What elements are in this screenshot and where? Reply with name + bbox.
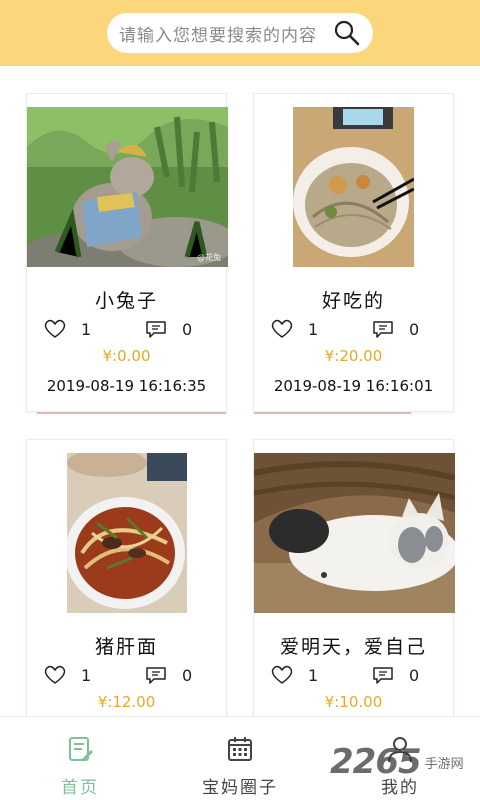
- comment-icon[interactable]: [371, 665, 395, 685]
- comment-count: 0: [182, 319, 193, 339]
- comment-count: 0: [409, 665, 420, 685]
- comment-icon[interactable]: [144, 665, 168, 685]
- tab-home-label: 首页: [61, 778, 99, 798]
- header-bar: 请输入您想要搜索的内容: [0, 0, 480, 66]
- tab-moms-circle[interactable]: 宝妈圈子: [160, 735, 320, 798]
- home-note-icon: [69, 737, 93, 761]
- rabbit-photo: @花兔: [27, 107, 228, 267]
- background-divider-vertical: [226, 250, 254, 730]
- card-price: ¥:20.00: [324, 347, 383, 365]
- card-price: ¥:12.00: [97, 693, 156, 711]
- watermark-text: 手游网: [424, 756, 464, 772]
- comment-count: 0: [409, 319, 420, 339]
- like-stat[interactable]: 1: [270, 319, 318, 339]
- comment-stat[interactable]: 0: [371, 665, 419, 685]
- tab-home[interactable]: 首页: [0, 735, 160, 798]
- heart-icon[interactable]: [270, 319, 294, 339]
- watermark-number: 2265: [330, 742, 422, 782]
- like-count: 1: [81, 319, 92, 339]
- like-count: 1: [308, 319, 319, 339]
- like-stat[interactable]: 1: [43, 319, 91, 339]
- cat-photo: [254, 453, 455, 613]
- card-title: 好吃的: [321, 290, 385, 312]
- card-timestamp: 2019-08-19 16:16:35: [46, 377, 207, 395]
- comment-icon[interactable]: [371, 319, 395, 339]
- like-stat[interactable]: 1: [43, 665, 91, 685]
- post-card[interactable]: 好吃的 1 0 ¥:20.00 2019-08-19 16:16:01: [253, 93, 454, 412]
- like-stat[interactable]: 1: [270, 665, 318, 685]
- background-divider-horizontal: [20, 414, 460, 440]
- card-title: 小兔子: [94, 290, 158, 312]
- heart-icon[interactable]: [43, 319, 67, 339]
- post-card[interactable]: 猪肝面 1 0 ¥:12.00: [26, 439, 227, 729]
- card-title: 猪肝面: [94, 636, 158, 658]
- comment-stat[interactable]: 0: [144, 665, 192, 685]
- like-count: 1: [308, 665, 319, 685]
- tab-moms-circle-label: 宝妈圈子: [202, 778, 278, 798]
- calendar-icon: [228, 737, 252, 761]
- noodle-soup-photo: [293, 107, 414, 267]
- card-timestamp: 2019-08-19 16:16:01: [273, 377, 434, 395]
- comment-stat[interactable]: 0: [144, 319, 192, 339]
- search-box[interactable]: 请输入您想要搜索的内容: [107, 13, 373, 53]
- card-price: ¥:10.00: [324, 693, 383, 711]
- comment-count: 0: [182, 665, 193, 685]
- card-title: 爱明天，爱自己: [279, 636, 427, 658]
- svg-text:@花兔: @花兔: [197, 252, 221, 262]
- liver-noodles-photo: [67, 453, 187, 613]
- like-count: 1: [81, 665, 92, 685]
- post-card[interactable]: 爱明天，爱自己 1 0 ¥:10.00: [253, 439, 455, 729]
- heart-icon[interactable]: [270, 665, 294, 685]
- site-watermark: 2265 手游网: [330, 742, 464, 782]
- post-card[interactable]: @花兔 小兔子 1 0 ¥:0.00 2019-08-19 16:16:35: [26, 93, 228, 412]
- comment-icon[interactable]: [144, 319, 168, 339]
- search-icon[interactable]: [333, 19, 361, 47]
- heart-icon[interactable]: [43, 665, 67, 685]
- comment-stat[interactable]: 0: [371, 319, 419, 339]
- search-input[interactable]: 请输入您想要搜索的内容: [119, 21, 333, 46]
- card-price: ¥:0.00: [102, 347, 151, 365]
